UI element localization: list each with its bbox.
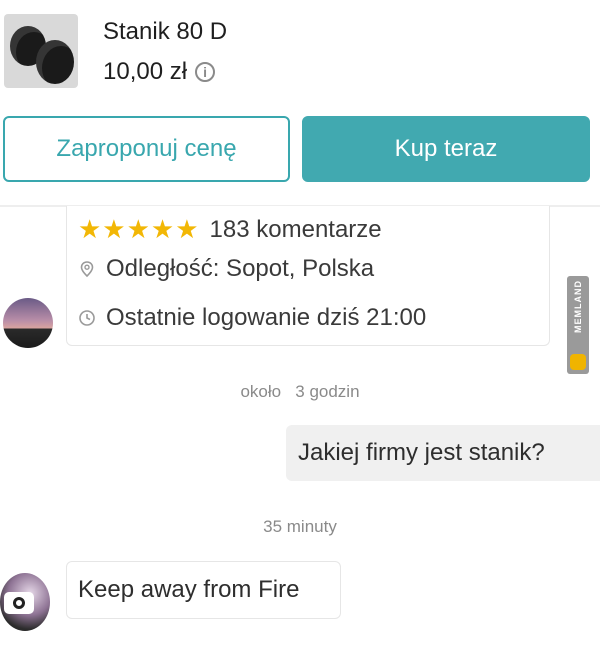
product-photo-shape [36, 40, 74, 84]
message-timestamp: około 3 godzin [240, 382, 360, 401]
camera-icon[interactable] [4, 592, 34, 614]
message-timestamp: 35 minuty [263, 517, 337, 536]
distance-text: Odległość: Sopot, Polska [106, 255, 375, 282]
product-thumbnail[interactable] [4, 14, 78, 88]
watermark-logo: MEMLAND [567, 276, 589, 374]
rating-stars-icon: ★★★★★ [78, 214, 200, 244]
price-row: 10,00 zł i [103, 58, 216, 86]
location-pin-icon [80, 261, 94, 278]
info-icon[interactable]: i [195, 62, 216, 82]
last-login-row: Ostatnie logowanie dziś 21:00 [78, 304, 426, 332]
distance-row: Odległość: Sopot, Polska [78, 255, 374, 283]
buy-now-button[interactable]: Kup teraz [302, 116, 590, 182]
seller-avatar[interactable] [3, 298, 53, 348]
outgoing-message[interactable]: Jakiej firmy jest stanik? [286, 425, 600, 481]
reviews-count: 183 komentarze [209, 215, 382, 243]
make-offer-button[interactable]: Zaproponuj cenę [3, 116, 290, 182]
incoming-message[interactable]: Keep away from Fire [66, 561, 341, 619]
product-price: 10,00 zł [103, 58, 188, 85]
product-title[interactable]: Stanik 80 D [103, 18, 227, 46]
rating-row[interactable]: ★★★★★ 183 komentarze [78, 214, 382, 245]
clock-icon [79, 310, 95, 326]
last-login-text: Ostatnie logowanie dziś 21:00 [106, 304, 427, 331]
